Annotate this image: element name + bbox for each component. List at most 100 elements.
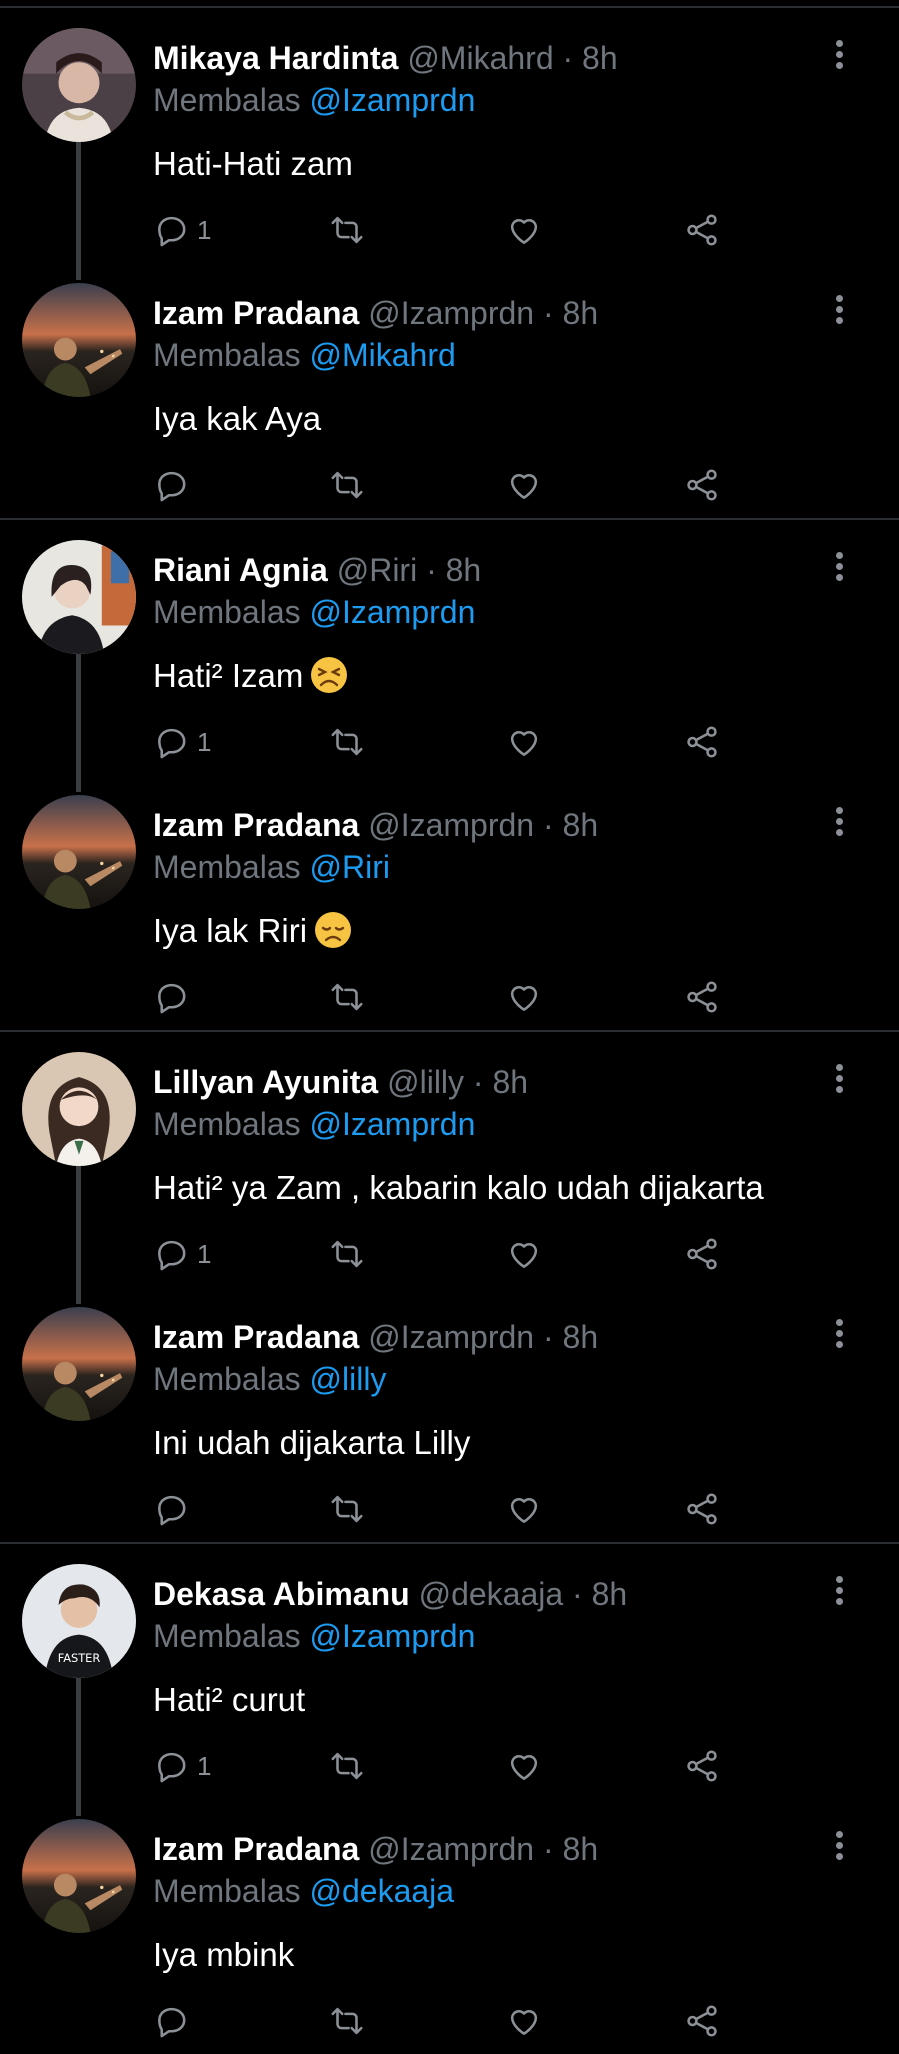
- avatar[interactable]: [22, 1052, 136, 1166]
- share-button[interactable]: [683, 1742, 721, 1790]
- conversation-thread: Lillyan Ayunita @lilly · 8h Membalas @Iz…: [0, 1032, 899, 1542]
- tweet[interactable]: Izam Pradana @Izamprdn · 8h Membalas @Mi…: [0, 263, 899, 518]
- retweet-button[interactable]: [328, 1997, 366, 2045]
- reply-button[interactable]: [153, 1485, 197, 1533]
- reply-button[interactable]: [153, 973, 197, 1021]
- more-options-icon[interactable]: [828, 38, 850, 74]
- avatar[interactable]: [22, 1819, 136, 1933]
- tweet[interactable]: FASTER Dekasa Abimanu @dekaaja · 8h Memb…: [0, 1544, 899, 1816]
- share-button[interactable]: [683, 461, 721, 509]
- like-button[interactable]: [505, 718, 543, 766]
- share-icon: [687, 2005, 717, 2037]
- author-name[interactable]: Izam Pradana: [153, 807, 359, 843]
- like-button[interactable]: [505, 1485, 543, 1533]
- reply-button[interactable]: 1: [153, 1742, 211, 1790]
- replying-to: Membalas @Izamprdn: [153, 80, 475, 120]
- reply-button[interactable]: 1: [153, 718, 211, 766]
- avatar[interactable]: [22, 540, 136, 654]
- retweet-button[interactable]: [328, 206, 366, 254]
- author-name[interactable]: Lillyan Ayunita: [153, 1064, 378, 1100]
- like-button[interactable]: [505, 206, 543, 254]
- tweet-actions: 1: [153, 1230, 733, 1278]
- author-handle[interactable]: @Izamprdn: [368, 1319, 534, 1355]
- more-options-icon[interactable]: [828, 1317, 850, 1353]
- tweet-text-content: Hati² curut: [153, 1681, 306, 1718]
- replying-to: Membalas @Izamprdn: [153, 592, 475, 632]
- tweet[interactable]: Izam Pradana @Izamprdn · 8h Membalas @de…: [0, 1799, 899, 2054]
- conversation-thread: FASTER Dekasa Abimanu @dekaaja · 8h Memb…: [0, 1544, 899, 2054]
- author-handle[interactable]: @Riri: [337, 552, 417, 588]
- retweet-button[interactable]: [328, 1485, 366, 1533]
- more-options-icon[interactable]: [828, 805, 850, 841]
- reply-icon: [158, 216, 186, 247]
- tweet-time: · 8h: [542, 295, 599, 331]
- tweet[interactable]: Riani Agnia @Riri · 8h Membalas @Izamprd…: [0, 520, 899, 792]
- author-handle[interactable]: @Izamprdn: [368, 295, 534, 331]
- tweet[interactable]: Lillyan Ayunita @lilly · 8h Membalas @Iz…: [0, 1032, 899, 1304]
- tweet-text-content: Iya mbink: [153, 1936, 295, 1973]
- like-button[interactable]: [505, 461, 543, 509]
- like-button[interactable]: [505, 1742, 543, 1790]
- heart-icon: [510, 1755, 538, 1780]
- author-name[interactable]: Izam Pradana: [153, 1319, 359, 1355]
- replying-to-mention[interactable]: @lilly: [310, 1361, 387, 1397]
- replying-to-mention[interactable]: @Izamprdn: [310, 1618, 476, 1654]
- replying-to-mention[interactable]: @Mikahrd: [310, 337, 456, 373]
- retweet-button[interactable]: [328, 1742, 366, 1790]
- share-button[interactable]: [683, 973, 721, 1021]
- share-button[interactable]: [683, 206, 721, 254]
- avatar[interactable]: [22, 283, 136, 397]
- more-options-icon[interactable]: [828, 1829, 850, 1865]
- more-options-icon[interactable]: [828, 550, 850, 586]
- author-name[interactable]: Mikaya Hardinta: [153, 40, 398, 76]
- like-button[interactable]: [505, 1997, 543, 2045]
- tweet-text: Hati² Izam: [153, 655, 349, 697]
- retweet-button[interactable]: [328, 973, 366, 1021]
- replying-to-mention[interactable]: @Riri: [310, 849, 390, 885]
- tweet-time: · 8h: [542, 807, 599, 843]
- author-handle[interactable]: @dekaaja: [419, 1576, 564, 1612]
- replying-to-label: Membalas: [153, 337, 301, 373]
- author-name[interactable]: Izam Pradana: [153, 1831, 359, 1867]
- author-handle[interactable]: @Izamprdn: [368, 807, 534, 843]
- author-handle[interactable]: @Mikahrd: [407, 40, 553, 76]
- reply-icon: [158, 1240, 186, 1271]
- author-name[interactable]: Izam Pradana: [153, 295, 359, 331]
- avatar[interactable]: [22, 28, 136, 142]
- author-name[interactable]: Riani Agnia: [153, 552, 328, 588]
- reply-button[interactable]: [153, 461, 197, 509]
- more-options-icon[interactable]: [828, 1574, 850, 1610]
- reply-button[interactable]: 1: [153, 1230, 211, 1278]
- tweet[interactable]: Izam Pradana @Izamprdn · 8h Membalas @Ri…: [0, 775, 899, 1030]
- like-button[interactable]: [505, 973, 543, 1021]
- reply-button[interactable]: [153, 1997, 197, 2045]
- retweet-button[interactable]: [328, 718, 366, 766]
- share-button[interactable]: [683, 718, 721, 766]
- author-handle[interactable]: @lilly: [387, 1064, 464, 1100]
- reply-button[interactable]: 1: [153, 206, 211, 254]
- share-button[interactable]: [683, 1485, 721, 1533]
- replying-to: Membalas @dekaaja: [153, 1871, 454, 1911]
- share-button[interactable]: [683, 1230, 721, 1278]
- replying-to-mention[interactable]: @dekaaja: [310, 1873, 455, 1909]
- tweet-text-content: Hati² Izam: [153, 657, 304, 694]
- avatar[interactable]: [22, 795, 136, 909]
- tweet[interactable]: Mikaya Hardinta @Mikahrd · 8h Membalas @…: [0, 8, 899, 280]
- more-options-icon[interactable]: [828, 1062, 850, 1098]
- like-button[interactable]: [505, 1230, 543, 1278]
- avatar[interactable]: [22, 1307, 136, 1421]
- tweet-time: · 8h: [542, 1319, 599, 1355]
- reply-count: 1: [197, 726, 212, 757]
- tweet[interactable]: Izam Pradana @Izamprdn · 8h Membalas @li…: [0, 1287, 899, 1542]
- retweet-button[interactable]: [328, 1230, 366, 1278]
- replying-to-mention[interactable]: @Izamprdn: [310, 1106, 476, 1142]
- author-name[interactable]: Dekasa Abimanu: [153, 1576, 410, 1612]
- share-button[interactable]: [683, 1997, 721, 2045]
- heart-icon: [510, 2010, 538, 2035]
- avatar[interactable]: FASTER: [22, 1564, 136, 1678]
- more-options-icon[interactable]: [828, 293, 850, 329]
- author-handle[interactable]: @Izamprdn: [368, 1831, 534, 1867]
- retweet-button[interactable]: [328, 461, 366, 509]
- replying-to-mention[interactable]: @Izamprdn: [310, 594, 476, 630]
- replying-to-mention[interactable]: @Izamprdn: [310, 82, 476, 118]
